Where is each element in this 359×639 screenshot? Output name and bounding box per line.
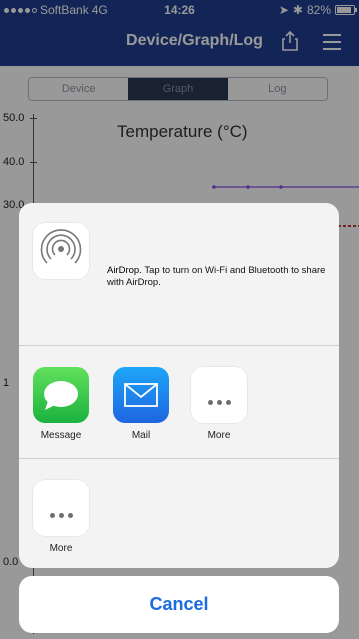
share-action-label: More: [49, 543, 73, 554]
share-app-message[interactable]: Message: [31, 367, 91, 441]
share-sheet: AirDrop. Tap to turn on Wi-Fi and Blueto…: [19, 203, 339, 568]
airdrop-title: AirDrop.: [107, 265, 142, 276]
airdrop-icon[interactable]: [33, 223, 89, 279]
cancel-button[interactable]: Cancel: [19, 576, 339, 633]
share-action-more[interactable]: More: [31, 480, 91, 554]
share-apps-row: Message Mail More: [19, 347, 339, 459]
more-icon[interactable]: [191, 367, 247, 423]
share-actions-row: More: [19, 460, 339, 568]
more-icon[interactable]: [33, 480, 89, 536]
share-app-more[interactable]: More: [189, 367, 249, 441]
airdrop-row[interactable]: AirDrop. Tap to turn on Wi-Fi and Blueto…: [19, 203, 339, 346]
share-app-label: Mail: [131, 430, 151, 441]
share-app-mail[interactable]: Mail: [111, 367, 171, 441]
mail-icon[interactable]: [113, 367, 169, 423]
share-app-label: Message: [40, 430, 82, 441]
airdrop-description: AirDrop. Tap to turn on Wi-Fi and Blueto…: [107, 265, 335, 289]
message-icon[interactable]: [33, 367, 89, 423]
share-app-label: More: [207, 430, 231, 441]
